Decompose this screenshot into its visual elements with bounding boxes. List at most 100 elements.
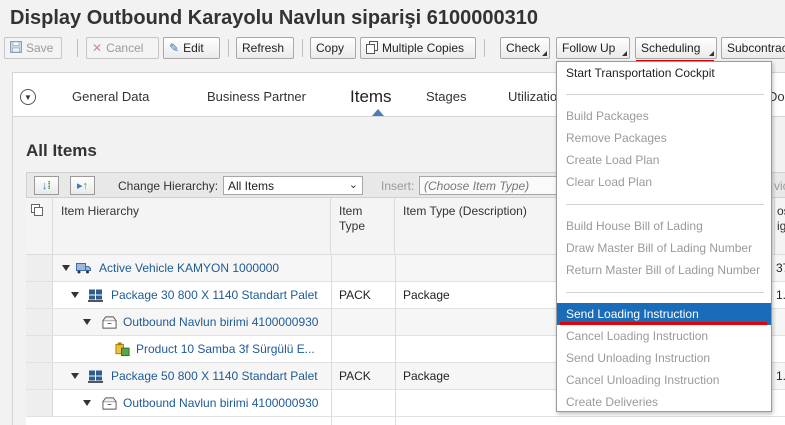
- tab-utilization[interactable]: Utilizatio: [508, 89, 557, 104]
- pallet-icon: [88, 288, 103, 302]
- row-gross-weight: 378: [776, 261, 785, 275]
- save-label: Save: [26, 41, 54, 55]
- box-icon: [102, 315, 117, 329]
- send-loading-annotation-underline: [560, 322, 767, 325]
- row-gross-weight: 1.: [776, 369, 785, 383]
- row-item-type: PACK: [339, 288, 371, 302]
- tab-stages[interactable]: Stages: [426, 89, 466, 104]
- chevron-down-icon: ⌄: [348, 179, 358, 191]
- toolbar-separator: [302, 39, 303, 57]
- section-title: All Items: [26, 141, 97, 160]
- subcontracting-label: Subcontrac: [727, 41, 785, 55]
- menu-item-create-deliveries[interactable]: Create Deliveries: [557, 391, 771, 413]
- collapse-tabs-icon[interactable]: ▼: [20, 89, 36, 105]
- multiple-copies-label: Multiple Copies: [382, 41, 465, 55]
- menu-separator: [566, 204, 764, 205]
- truck-icon: [76, 261, 91, 275]
- follow-up-button[interactable]: Follow Up: [556, 37, 630, 59]
- row-selector[interactable]: [26, 363, 53, 389]
- expand-down-icon: ↓⁞: [41, 179, 52, 192]
- menu-item-draw-master-bol-number[interactable]: Draw Master Bill of Lading Number: [557, 237, 771, 259]
- tree-expand-icon[interactable]: [71, 292, 79, 298]
- toolbar-separator: [77, 39, 78, 57]
- row-label[interactable]: Outbound Navlun birimi 4100000930: [123, 309, 318, 335]
- tab-items[interactable]: Items: [350, 87, 392, 107]
- row-label[interactable]: Package 30 800 X 1140 Standart Palet: [111, 282, 318, 308]
- row-item-type-desc: Package: [403, 288, 450, 302]
- menu-item-create-load-plan[interactable]: Create Load Plan: [557, 149, 771, 171]
- column-header-item-type[interactable]: Item Type: [331, 198, 395, 255]
- refresh-button[interactable]: Refresh: [236, 37, 294, 59]
- refresh-label: Refresh: [242, 41, 285, 55]
- tab-general-data[interactable]: General Data: [72, 89, 149, 104]
- floppy-disk-icon: [10, 41, 22, 55]
- tree-expand-icon[interactable]: [83, 319, 91, 325]
- subcontracting-button[interactable]: Subcontrac: [721, 37, 785, 59]
- row-selector[interactable]: [26, 309, 53, 335]
- edit-label: Edit: [183, 41, 204, 55]
- column-header-gross-weight[interactable]: oss igh: [775, 198, 785, 255]
- cancel-label: Cancel: [106, 41, 144, 55]
- x-icon: ✕: [92, 41, 103, 55]
- toolbar-separator: [228, 39, 229, 57]
- row-label[interactable]: Product 10 Samba 3f Sürgülü E...: [136, 336, 315, 362]
- tree-expand-icon[interactable]: [71, 373, 79, 379]
- check-label: Check: [506, 41, 541, 55]
- tree-expand-icon[interactable]: [83, 400, 91, 406]
- toolbar-separator: [484, 39, 485, 57]
- pallet-icon: [88, 369, 103, 383]
- multiple-copies-button[interactable]: Multiple Copies: [360, 37, 476, 59]
- row-item-type-desc: Package: [403, 369, 450, 383]
- active-tab-indicator: [372, 109, 384, 116]
- insert-placeholder: (Choose Item Type): [424, 179, 530, 193]
- check-button[interactable]: Check: [500, 37, 550, 59]
- menu-item-build-packages[interactable]: Build Packages: [557, 105, 771, 127]
- row-selector[interactable]: [26, 336, 53, 362]
- save-button[interactable]: Save: [4, 37, 62, 59]
- row-label[interactable]: Package 50 800 X 1140 Standart Palet: [111, 363, 318, 389]
- column-divider: [331, 255, 332, 425]
- change-hierarchy-select[interactable]: All Items ⌄: [223, 176, 363, 195]
- documents-icon: [366, 40, 378, 56]
- scheduling-label: Scheduling: [641, 41, 701, 55]
- row-label[interactable]: Active Vehicle KAMYON 1000000: [99, 255, 279, 281]
- expand-all-button[interactable]: ↓⁞: [34, 176, 59, 195]
- pencil-icon: ✎: [169, 41, 180, 55]
- menu-item-return-master-bol-number[interactable]: Return Master Bill of Lading Number: [557, 259, 771, 281]
- copy-button[interactable]: Copy: [310, 37, 356, 59]
- column-header-item-hierarchy[interactable]: Item Hierarchy: [53, 198, 331, 255]
- change-hierarchy-value: All Items: [228, 179, 275, 193]
- cancel-button[interactable]: ✕ Cancel: [86, 37, 159, 59]
- menu-item-build-house-bol[interactable]: Build House Bill of Lading: [557, 215, 771, 237]
- menu-item-remove-packages[interactable]: Remove Packages: [557, 127, 771, 149]
- menu-item-cancel-loading-instruction[interactable]: Cancel Loading Instruction: [557, 325, 771, 347]
- page-title: Display Outbound Karayolu Navlun sipariş…: [10, 7, 538, 29]
- menu-item-clear-load-plan[interactable]: Clear Load Plan: [557, 171, 771, 193]
- scheduling-menu: Start Transportation Cockpit Build Packa…: [556, 61, 772, 412]
- edit-button[interactable]: ✎ Edit: [163, 37, 220, 59]
- row-gross-weight: 1.: [776, 288, 785, 302]
- follow-up-label: Follow Up: [562, 41, 616, 55]
- select-all-icon: [31, 204, 43, 219]
- menu-item-cancel-unloading-instruction[interactable]: Cancel Unloading Instruction: [557, 369, 771, 391]
- row-label[interactable]: Outbound Navlun birimi 4100000930: [123, 390, 318, 416]
- row-selector[interactable]: [26, 255, 53, 281]
- tab-business-partner[interactable]: Business Partner: [207, 89, 306, 104]
- menu-separator: [566, 292, 764, 293]
- row-selector[interactable]: [26, 282, 53, 308]
- menu-item-start-transportation-cockpit[interactable]: Start Transportation Cockpit: [557, 62, 771, 84]
- collapse-up-icon: ▸↑: [76, 180, 89, 192]
- insert-label: Insert:: [381, 179, 415, 193]
- box-icon: [102, 396, 117, 410]
- insert-item-type-select[interactable]: (Choose Item Type): [419, 176, 569, 195]
- tree-expand-icon[interactable]: [62, 265, 70, 271]
- menu-item-send-unloading-instruction[interactable]: Send Unloading Instruction: [557, 347, 771, 369]
- product-icon: [115, 341, 130, 356]
- scheduling-button[interactable]: Scheduling: [635, 37, 717, 59]
- row-selector[interactable]: [26, 390, 53, 416]
- change-hierarchy-label: Change Hierarchy:: [118, 179, 219, 193]
- main-toolbar: Save ✕ Cancel ✎ Edit Refresh Copy Multip…: [4, 37, 785, 59]
- select-all-header[interactable]: [26, 198, 53, 255]
- column-divider: [395, 255, 396, 425]
- collapse-all-button[interactable]: ▸↑: [70, 176, 95, 195]
